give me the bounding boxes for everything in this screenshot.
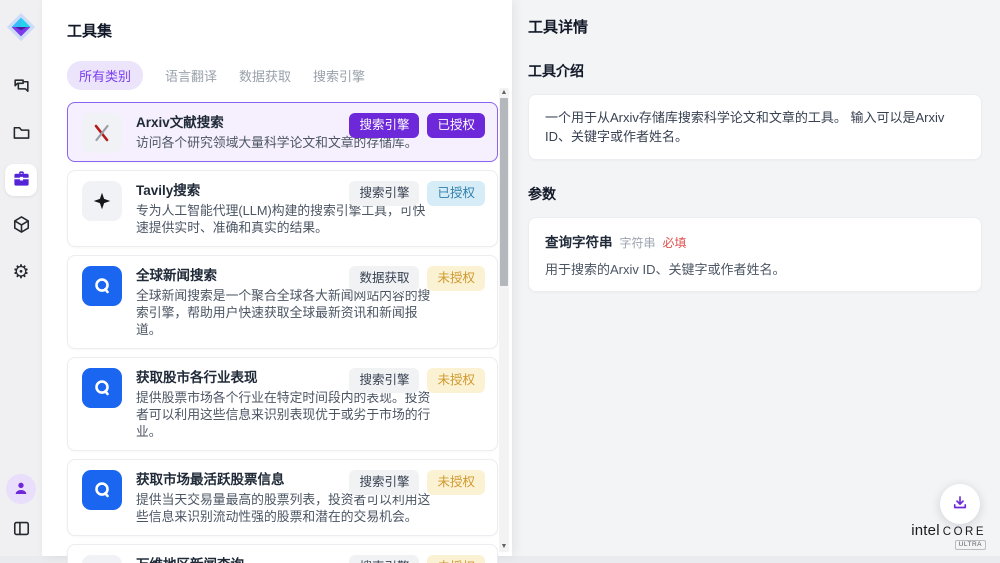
tool-card-global-news[interactable]: 全球新闻搜索 全球新闻搜索是一个聚合全球各大新闻网站内容的搜索引擎，帮助用户快速… [67,255,498,349]
intro-card: 一个用于从Arxiv存储库搜索科学论文和文章的工具。 输入可以是Arxiv ID… [528,94,982,160]
scrollbar-thumb[interactable] [500,98,508,286]
user-avatar-button[interactable] [6,474,36,504]
download-button[interactable] [940,484,980,524]
param-required-badge: 必填 [663,234,687,251]
tool-desc: 专为人工智能代理(LLM)构建的搜索引擎工具，可快速提供实时、准确和真实的结果。 [136,202,438,236]
newspaper-icon [82,555,122,563]
category-badge: 搜索引擎 [349,181,419,206]
arxiv-icon [82,113,122,153]
tool-badges: 搜索引擎 已授权 [349,181,485,206]
tool-list-scrollbar[interactable]: ▲ ▼ [499,88,509,552]
tab-data-fetch[interactable]: 数据获取 [239,61,291,90]
sidebar-toggle-button[interactable] [5,514,37,546]
tool-badges: 搜索引擎 未授权 [349,470,485,495]
gear-icon: ⚙ [12,263,29,282]
juhe-q-icon [82,470,122,510]
sidebar-bottom [5,474,37,546]
status-badge: 已授权 [427,181,485,206]
tab-search-engine[interactable]: 搜索引擎 [313,61,365,90]
param-header: 查询字符串 字符串 必填 [545,231,965,251]
tavily-star-icon [82,181,122,221]
details-title: 工具详情 [528,16,982,37]
tool-badges: 搜索引擎 未授权 [349,368,485,393]
status-badge: 未授权 [427,266,485,291]
toolbox-icon [12,169,31,192]
app-root: ⚙ [0,0,1000,556]
tool-desc: 提供股票市场各个行业在特定时间段内的表现。投资者可以利用这些信息来识别表现优于或… [136,389,438,440]
intro-section-title: 工具介绍 [528,61,982,81]
param-card: 查询字符串 字符串 必填 用于搜索的Arxiv ID、关键字或作者姓名。 [528,217,982,292]
download-icon [951,494,969,515]
status-badge: 未授权 [427,368,485,393]
scrollbar-down-icon[interactable]: ▼ [499,542,509,552]
panel-toggle-icon [12,519,31,542]
cube-icon [12,215,31,238]
tool-badges: 搜索引擎 已授权 [349,113,485,138]
user-icon [13,480,29,499]
status-badge: 已授权 [427,113,485,138]
tool-badges: 搜索引擎 未授权 [349,555,485,563]
scrollbar-up-icon[interactable]: ▲ [499,88,509,98]
tool-card-region-news[interactable]: 万维地区新闻查询 查询具体行政区划内的新闻，快速了解各地新闻动 搜索引擎 未授权 [67,544,498,563]
sidebar-item-models[interactable] [5,210,37,242]
sidebar-item-toolbox[interactable] [5,164,37,196]
toolset-panel: 工具集 所有类别 语言翻译 数据获取 搜索引擎 Arxiv文献搜索 访问各个研究… [42,0,512,556]
category-badge: 搜索引擎 [349,555,419,563]
tool-card-sector-performance[interactable]: 获取股市各行业表现 提供股票市场各个行业在特定时间段内的表现。投资者可以利用这些… [67,357,498,451]
category-tabs: 所有类别 语言翻译 数据获取 搜索引擎 [67,61,488,90]
tab-translation[interactable]: 语言翻译 [165,61,217,90]
params-section-title: 参数 [528,184,982,204]
sidebar-item-folder[interactable] [5,118,37,150]
core-word: core [943,526,986,538]
intro-text: 一个用于从Arxiv存储库搜索科学论文和文章的工具。 输入可以是Arxiv ID… [545,108,965,146]
intel-word: intel [911,522,940,539]
juhe-q-icon [82,368,122,408]
intel-core-logo: intel core Ultra [911,522,986,550]
tool-badges: 数据获取 未授权 [349,266,485,291]
sidebar-nav: ⚙ [5,72,37,288]
category-badge: 搜索引擎 [349,368,419,393]
category-badge: 数据获取 [349,266,419,291]
sidebar-item-settings[interactable]: ⚙ [5,256,37,288]
status-badge: 未授权 [427,555,485,563]
ultra-badge: Ultra [955,540,986,550]
param-name: 查询字符串 [545,231,613,251]
chat-icon [12,77,31,100]
sidebar: ⚙ [0,0,42,556]
category-badge: 搜索引擎 [349,113,419,138]
tool-card-tavily[interactable]: Tavily搜索 专为人工智能代理(LLM)构建的搜索引擎工具，可快速提供实时、… [67,170,498,247]
toolset-title: 工具集 [67,20,488,41]
status-badge: 未授权 [427,470,485,495]
folder-icon [12,123,31,146]
category-badge: 搜索引擎 [349,470,419,495]
sidebar-item-chat[interactable] [5,72,37,104]
tab-all-categories[interactable]: 所有类别 [67,61,143,90]
param-desc: 用于搜索的Arxiv ID、关键字或作者姓名。 [545,259,965,278]
tool-card-arxiv[interactable]: Arxiv文献搜索 访问各个研究领域大量科学论文和文章的存储库。 搜索引擎 已授… [67,102,498,162]
juhe-q-icon [82,266,122,306]
param-type: 字符串 [620,234,656,251]
app-logo-icon[interactable] [6,12,36,42]
tool-list: Arxiv文献搜索 访问各个研究领域大量科学论文和文章的存储库。 搜索引擎 已授… [67,102,498,563]
intel-core-wordmark: intel core [911,522,986,539]
tool-card-active-stocks[interactable]: 获取市场最活跃股票信息 提供当天交易量最高的股票列表，投资者可以利用这些信息来识… [67,459,498,536]
tool-desc: 提供当天交易量最高的股票列表，投资者可以利用这些信息来识别流动性强的股票和潜在的… [136,491,438,525]
tool-desc: 全球新闻搜索是一个聚合全球各大新闻网站内容的搜索引擎，帮助用户快速获取全球最新资… [136,287,438,338]
tool-details-panel: 工具详情 工具介绍 一个用于从Arxiv存储库搜索科学论文和文章的工具。 输入可… [512,0,1000,556]
